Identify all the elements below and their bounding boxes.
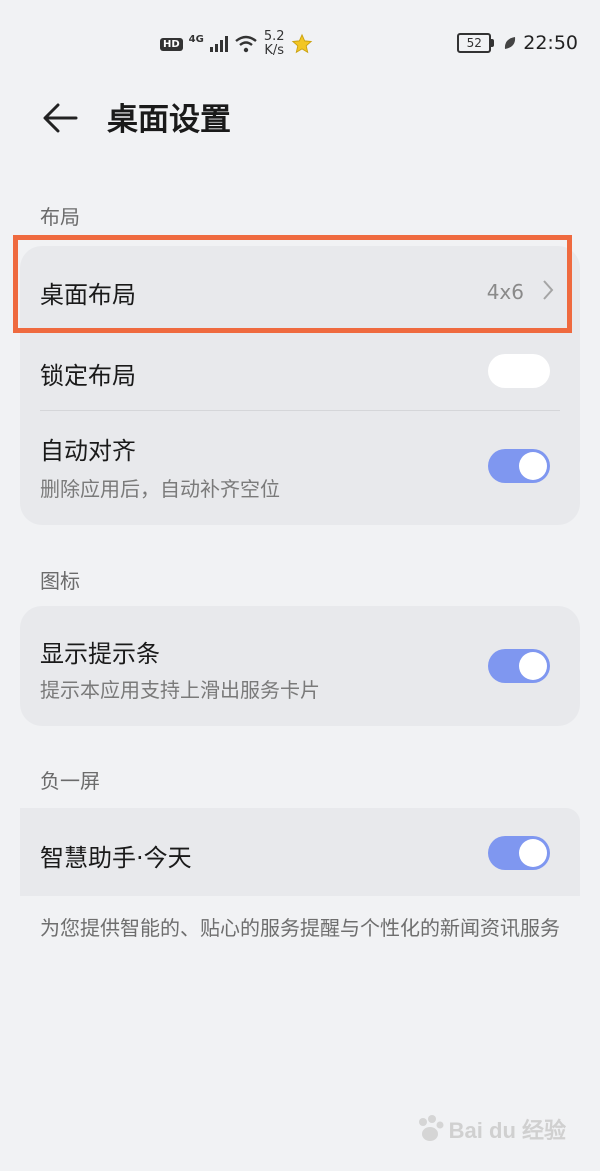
leaf-icon	[505, 37, 516, 49]
watermark-text: Bai du 经验	[448, 1118, 566, 1143]
speed-unit: K/s	[264, 43, 285, 58]
highlight-box	[13, 235, 572, 333]
speed-value: 5.2	[263, 29, 285, 44]
auto-align-label: 自动对齐	[40, 437, 136, 465]
toggle-knob	[519, 452, 547, 480]
network-speed: 5.2 K/s	[264, 30, 285, 58]
page-title: 桌面设置	[107, 102, 231, 138]
lock-layout-row: 锁定布局	[20, 332, 580, 410]
toggle-knob	[519, 652, 547, 680]
assistant-row: 智慧助手·今天	[20, 808, 580, 896]
watermark: Bai du 经验	[415, 1113, 566, 1145]
minus-one-card: 智慧助手·今天	[20, 808, 580, 896]
lock-layout-label: 锁定布局	[40, 362, 136, 390]
auto-align-row: 自动对齐 删除应用后，自动补齐空位	[20, 411, 580, 525]
show-hint-description: 提示本应用支持上滑出服务卡片	[40, 678, 320, 702]
section-label-icons: 图标	[40, 569, 80, 593]
show-hint-row: 显示提示条 提示本应用支持上滑出服务卡片	[20, 606, 580, 726]
assistant-footnote: 为您提供智能的、贴心的服务提醒与个性化的新闻资讯服务	[40, 916, 560, 940]
status-bar: HD 4G 5.2 K/s 52 22:50	[0, 0, 600, 90]
paw-icon	[418, 1115, 444, 1141]
show-hint-toggle[interactable]	[488, 649, 550, 683]
battery-icon: 52	[457, 33, 495, 53]
hd-badge: HD	[160, 37, 183, 51]
back-arrow-icon[interactable]	[38, 96, 82, 140]
show-hint-label: 显示提示条	[40, 640, 160, 668]
section-label-layout: 布局	[40, 205, 80, 229]
auto-align-toggle[interactable]	[488, 449, 550, 483]
wifi-icon	[235, 35, 257, 53]
network-type: 4G	[188, 33, 204, 45]
assistant-label: 智慧助手·今天	[40, 844, 192, 872]
toggle-knob	[519, 839, 547, 867]
section-label-minus-one: 负一屏	[40, 769, 100, 793]
star-icon	[291, 33, 312, 54]
lock-layout-toggle[interactable]	[488, 354, 550, 388]
icons-card: 显示提示条 提示本应用支持上滑出服务卡片	[20, 606, 580, 726]
auto-align-description: 删除应用后，自动补齐空位	[40, 477, 280, 501]
status-left: HD 4G 5.2 K/s	[160, 30, 313, 58]
status-right: 52 22:50	[457, 32, 578, 54]
assistant-toggle[interactable]	[488, 836, 550, 870]
clock: 22:50	[523, 32, 578, 54]
signal-icon	[209, 36, 228, 52]
